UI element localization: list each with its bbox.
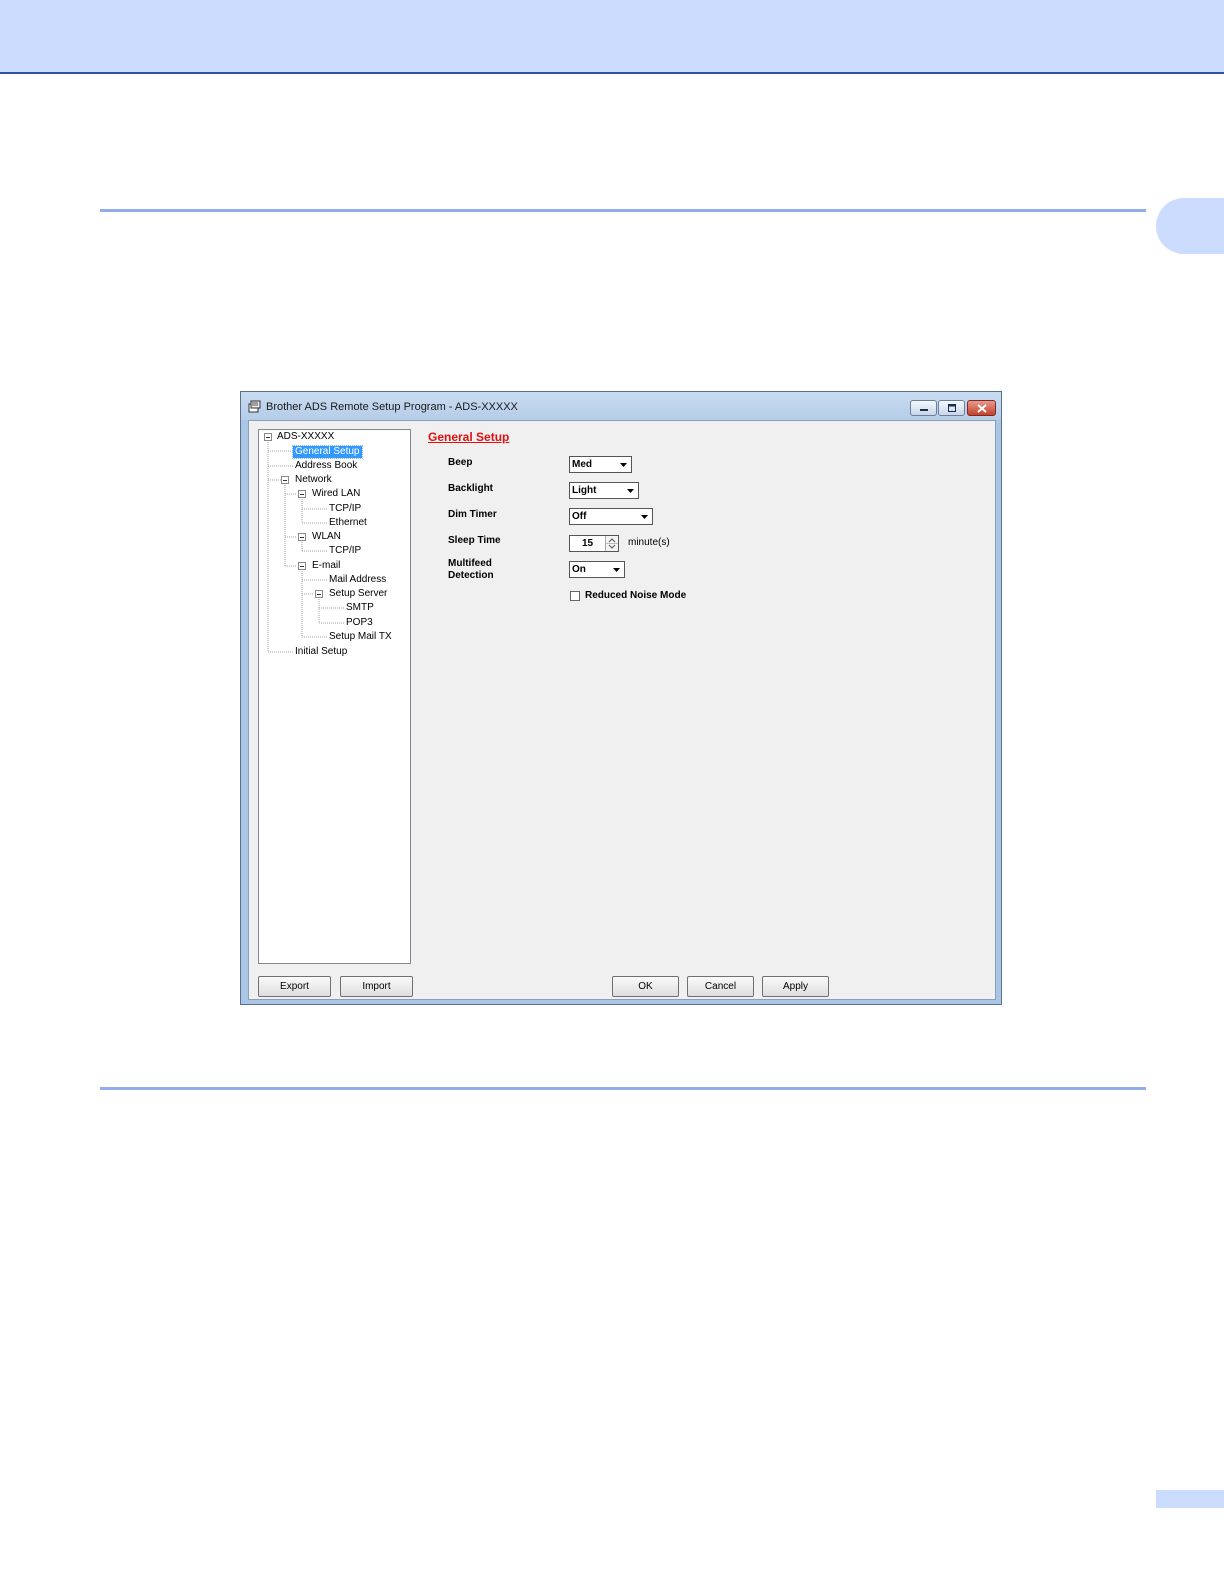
backlight-label: Backlight bbox=[448, 483, 494, 494]
tree-collapse-icon[interactable] bbox=[298, 490, 306, 498]
export-button[interactable]: Export bbox=[258, 976, 331, 997]
ok-button[interactable]: OK bbox=[612, 976, 679, 997]
tree-collapse-icon[interactable] bbox=[281, 476, 289, 484]
dropdown-arrow-icon bbox=[616, 457, 631, 472]
tree-item-wired-lan[interactable]: Wired LAN bbox=[310, 488, 362, 500]
dropdown-arrow-icon bbox=[637, 509, 652, 524]
dim-timer-value: Off bbox=[572, 511, 587, 522]
backlight-select[interactable]: Light bbox=[569, 482, 639, 499]
window-titlebar[interactable]: Brother ADS Remote Setup Program - ADS-X… bbox=[241, 392, 1001, 420]
dropdown-arrow-icon bbox=[609, 562, 624, 577]
tree-collapse-icon[interactable] bbox=[264, 433, 272, 441]
tree-item-wired-tcpip[interactable]: TCP/IP bbox=[327, 503, 363, 515]
close-icon bbox=[968, 401, 995, 415]
dim-timer-label: Dim Timer bbox=[448, 509, 497, 520]
reduced-noise-checkbox[interactable] bbox=[570, 591, 580, 601]
minimize-icon bbox=[911, 401, 936, 415]
sleep-time-unit: minute(s) bbox=[628, 537, 670, 548]
dim-timer-select[interactable]: Off bbox=[569, 508, 653, 525]
sleep-time-stepper[interactable]: 15 bbox=[569, 535, 619, 552]
multifeed-label-line2: Detection bbox=[448, 570, 494, 581]
tree-item-ethernet[interactable]: Ethernet bbox=[327, 517, 369, 529]
tree-item-smtp[interactable]: SMTP bbox=[344, 602, 376, 614]
tree-item-mail-address[interactable]: Mail Address bbox=[327, 574, 388, 586]
tree-item-initial-setup[interactable]: Initial Setup bbox=[293, 646, 349, 658]
spin-arrows-icon[interactable] bbox=[605, 536, 618, 551]
tree-collapse-icon[interactable] bbox=[298, 533, 306, 541]
sleep-time-label: Sleep Time bbox=[448, 535, 501, 546]
tree-collapse-icon[interactable] bbox=[315, 590, 323, 598]
tree-item-setup-server[interactable]: Setup Server bbox=[327, 588, 389, 600]
section-divider-top bbox=[100, 209, 1146, 212]
section-title: General Setup bbox=[428, 430, 510, 444]
tree-collapse-icon[interactable] bbox=[298, 562, 306, 570]
beep-select[interactable]: Med bbox=[569, 456, 632, 473]
cancel-button[interactable]: Cancel bbox=[687, 976, 754, 997]
maximize-button[interactable] bbox=[938, 400, 965, 416]
window-client-area: ADS-XXXXX General Setup Address Book Net… bbox=[248, 420, 996, 1000]
tree-item-root[interactable]: ADS-XXXXX bbox=[275, 431, 336, 443]
dropdown-arrow-icon bbox=[623, 483, 638, 498]
header-band bbox=[0, 0, 1224, 74]
multifeed-label-line1: Multifeed bbox=[448, 558, 492, 569]
reduced-noise-label[interactable]: Reduced Noise Mode bbox=[585, 590, 686, 601]
tree-item-pop3[interactable]: POP3 bbox=[344, 617, 375, 629]
sleep-time-value: 15 bbox=[582, 538, 594, 549]
multifeed-select[interactable]: On bbox=[569, 561, 625, 578]
remote-setup-window: Brother ADS Remote Setup Program - ADS-X… bbox=[240, 391, 1002, 1005]
import-button[interactable]: Import bbox=[340, 976, 413, 997]
tree-item-setup-mail-tx[interactable]: Setup Mail TX bbox=[327, 631, 394, 643]
beep-value: Med bbox=[572, 459, 592, 470]
settings-tree[interactable]: ADS-XXXXX General Setup Address Book Net… bbox=[258, 429, 411, 964]
section-divider-bottom bbox=[100, 1087, 1146, 1090]
close-button[interactable] bbox=[967, 400, 996, 416]
apply-button[interactable]: Apply bbox=[762, 976, 829, 997]
tree-item-wlan[interactable]: WLAN bbox=[310, 531, 343, 543]
tree-item-network[interactable]: Network bbox=[293, 474, 334, 486]
window-title: Brother ADS Remote Setup Program - ADS-X… bbox=[266, 401, 518, 413]
maximize-icon bbox=[939, 401, 964, 415]
chapter-tab bbox=[1156, 198, 1224, 254]
tree-item-email[interactable]: E-mail bbox=[310, 560, 342, 572]
backlight-value: Light bbox=[572, 485, 597, 496]
tree-item-address-book[interactable]: Address Book bbox=[293, 460, 359, 472]
beep-label: Beep bbox=[448, 457, 473, 468]
app-icon bbox=[248, 400, 261, 413]
multifeed-value: On bbox=[572, 564, 586, 575]
page-number-box bbox=[1156, 1490, 1224, 1508]
minimize-button[interactable] bbox=[910, 400, 937, 416]
tree-item-general-setup[interactable]: General Setup bbox=[292, 445, 363, 459]
tree-item-wlan-tcpip[interactable]: TCP/IP bbox=[327, 545, 363, 557]
